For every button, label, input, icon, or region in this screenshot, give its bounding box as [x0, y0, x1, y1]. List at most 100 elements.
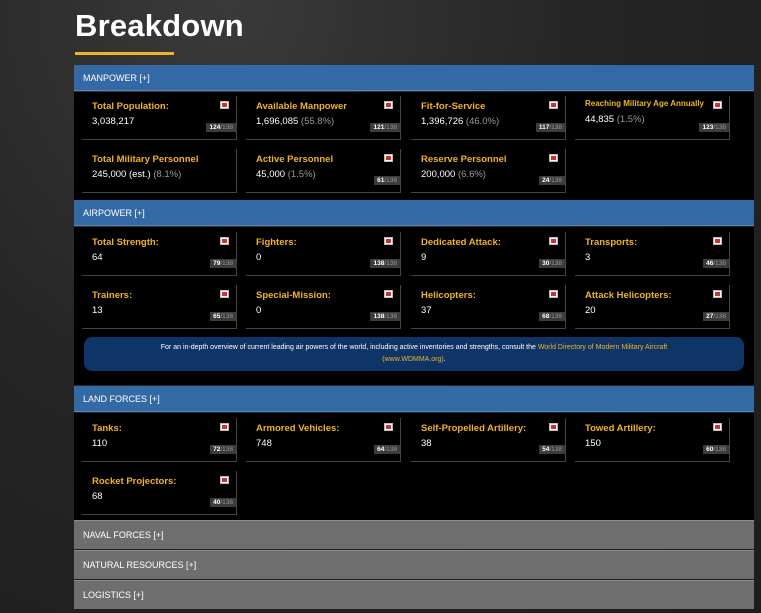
rank-badge: 30/138	[539, 259, 565, 268]
stat-value: 38	[421, 438, 432, 449]
stat-label: Fit-for-Service	[421, 101, 486, 112]
wdmma-info-box: For an in-depth overview of current lead…	[84, 337, 744, 371]
stat-card-rocket-projectors: Rocket Projectors: 68 40/138	[82, 471, 237, 515]
stat-label: Fighters:	[256, 237, 297, 248]
stat-value: 1,696,085 (55.8%)	[256, 116, 335, 127]
flag-icon[interactable]	[549, 290, 558, 298]
stat-value: 0	[256, 305, 262, 316]
wdmma-url-link[interactable]: (www.WDMMA.org)	[382, 356, 443, 363]
rank-badge: 138/138	[370, 259, 400, 268]
rank-badge: 46/138	[703, 259, 729, 268]
flag-icon[interactable]	[220, 476, 229, 484]
stat-card-total-strength: Total Strength: 64 79/138	[82, 232, 237, 276]
stat-label: Reaching Military Age Annually	[585, 99, 704, 108]
stat-card-towed-artillery: Towed Artillery: 150 60/138	[575, 418, 730, 462]
stat-label: Active Personnel	[256, 154, 334, 165]
stat-value: 748	[256, 438, 272, 449]
title-underline	[75, 52, 174, 55]
rank-badge: 72/138	[210, 445, 236, 454]
stat-label: Dedicated Attack:	[421, 237, 501, 248]
rank-badge: 65/138	[210, 312, 236, 321]
stat-label: Tanks:	[92, 423, 122, 434]
stat-value: 20	[585, 305, 596, 316]
section-header-natural-resources[interactable]: NATURAL RESOURCES [+]	[74, 550, 754, 579]
flag-icon[interactable]	[220, 290, 229, 298]
rank-badge: 68/138	[539, 312, 565, 321]
stat-value: 9	[421, 252, 427, 263]
stat-value: 64	[92, 252, 103, 263]
stat-value: 37	[421, 305, 432, 316]
flag-icon[interactable]	[549, 154, 558, 162]
rank-badge: 123/138	[699, 123, 729, 132]
stat-value: 110	[92, 438, 108, 449]
stat-value: 150	[585, 438, 601, 449]
section-header-logistics[interactable]: LOGISTICS [+]	[74, 580, 754, 609]
rank-badge: 79/138	[210, 259, 236, 268]
stat-label: Total Strength:	[92, 237, 159, 248]
stat-card-trainers: Trainers: 13 65/138	[82, 285, 237, 329]
flag-icon[interactable]	[549, 237, 558, 245]
stat-value: 45,000 (1.5%)	[256, 169, 316, 180]
stat-card-fighters: Fighters: 0 138/138	[246, 232, 401, 276]
flag-icon[interactable]	[384, 423, 393, 431]
stat-value: 13	[92, 305, 103, 316]
rank-badge: 117/138	[535, 123, 565, 132]
stat-value: 1,396,726 (46.0%)	[421, 116, 500, 127]
flag-icon[interactable]	[549, 423, 558, 431]
stat-card-total-military-personnel: Total Military Personnel 245,000 (est.) …	[82, 149, 237, 193]
stat-value: 245,000 (est.) (8.1%)	[92, 169, 182, 180]
stat-card-active-personnel: Active Personnel 45,000 (1.5%) 61/138	[246, 149, 401, 193]
flag-icon[interactable]	[713, 423, 722, 431]
stat-card-fit-for-service: Fit-for-Service 1,396,726 (46.0%) 117/13…	[411, 96, 566, 140]
section-body-land-forces: Tanks: 110 72/138 Armored Vehicles: 748 …	[74, 413, 754, 520]
flag-icon[interactable]	[384, 154, 393, 162]
stat-card-self-propelled-artillery: Self-Propelled Artillery: 38 54/138	[411, 418, 566, 462]
info-text-end: .	[443, 356, 446, 363]
stat-value: 68	[92, 491, 103, 502]
stat-label: Transports:	[585, 237, 638, 248]
stat-label: Reserve Personnel	[421, 154, 507, 165]
flag-icon[interactable]	[713, 290, 722, 298]
stat-card-reaching-military-age: Reaching Military Age Annually 44,835 (1…	[575, 96, 730, 140]
stat-label: Trainers:	[92, 290, 133, 301]
stat-value: 3,038,217	[92, 116, 135, 127]
section-header-manpower[interactable]: MANPOWER [+]	[74, 65, 754, 91]
rank-badge: 60/138	[703, 445, 729, 454]
stat-value: 0	[256, 252, 262, 263]
rank-badge: 27/138	[703, 312, 729, 321]
stat-card-dedicated-attack: Dedicated Attack: 9 30/138	[411, 232, 566, 276]
info-text: For an in-depth overview of current lead…	[160, 344, 538, 351]
section-header-naval-forces[interactable]: NAVAL FORCES [+]	[74, 520, 754, 549]
stat-label: Special-Mission:	[256, 290, 331, 301]
section-body-manpower: Total Population: 3,038,217 124/138 Avai…	[74, 92, 754, 200]
stat-label: Armored Vehicles:	[256, 423, 340, 434]
wdmma-link[interactable]: World Directory of Modern Military Aircr…	[538, 344, 667, 351]
rank-badge: 40/138	[210, 498, 236, 507]
flag-icon[interactable]	[220, 237, 229, 245]
stat-card-tanks: Tanks: 110 72/138	[82, 418, 237, 462]
rank-badge: 54/138	[539, 445, 565, 454]
stat-card-total-population: Total Population: 3,038,217 124/138	[82, 96, 237, 140]
flag-icon[interactable]	[220, 423, 229, 431]
section-header-land-forces[interactable]: LAND FORCES [+]	[74, 386, 754, 412]
flag-icon[interactable]	[384, 237, 393, 245]
section-header-airpower[interactable]: AIRPOWER [+]	[74, 200, 754, 226]
stat-label: Helicopters:	[421, 290, 476, 301]
flag-icon[interactable]	[713, 237, 722, 245]
stat-card-armored-vehicles: Armored Vehicles: 748 64/138	[246, 418, 401, 462]
stat-card-transports: Transports: 3 46/138	[575, 232, 730, 276]
flag-icon[interactable]	[384, 101, 393, 109]
flag-icon[interactable]	[713, 101, 722, 109]
stat-value: 3	[585, 252, 591, 263]
rank-badge: 138/138	[370, 312, 400, 321]
stat-value: 200,000 (6.6%)	[421, 169, 486, 180]
section-body-airpower: Total Strength: 64 79/138 Fighters: 0 13…	[74, 227, 754, 385]
stat-value: 44,835 (1.5%)	[585, 114, 645, 125]
flag-icon[interactable]	[384, 290, 393, 298]
rank-badge: 121/138	[370, 123, 400, 132]
stat-label: Total Military Personnel	[92, 154, 199, 165]
flag-icon[interactable]	[220, 101, 229, 109]
stat-label: Attack Helicopters:	[585, 290, 672, 301]
flag-icon[interactable]	[549, 101, 558, 109]
stat-label: Available Manpower	[256, 101, 347, 112]
